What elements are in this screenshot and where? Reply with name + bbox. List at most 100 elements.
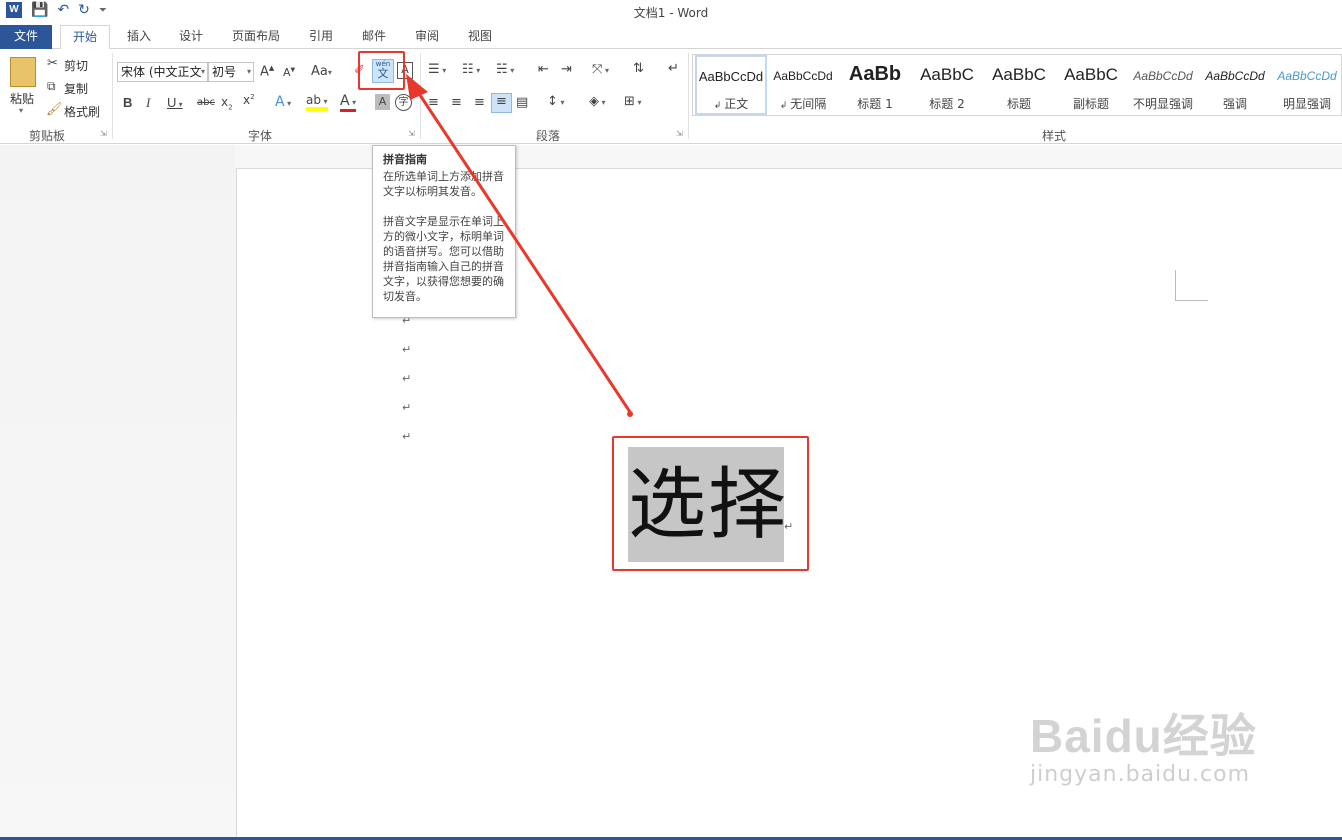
style-sample: AaBbC [920,65,974,84]
character-shading-icon[interactable]: A [375,94,390,110]
grow-font-icon[interactable]: A▲ [260,64,274,79]
copy-button[interactable]: 复制 [64,80,88,97]
font-group-label: 字体 [247,129,272,143]
font-size-value: 初号 [212,65,237,79]
clipboard-launcher-icon[interactable]: ⇲ [100,129,107,138]
styles-group-label: 样式 [1041,129,1066,143]
style-sample: AaBbCcDd [1133,69,1193,83]
justify-icon[interactable]: ≡ [491,93,512,113]
annotation-box-text [612,436,809,571]
ribbon: 粘贴 ▾ ✂ 剪切 ⧉ 复制 🖌 格式刷 剪贴板 ⇲ 宋体 (中文正文 ▾ 初号… [0,49,1342,144]
baidu-watermark: Baidu经验 jingyan.baidu.com [1030,700,1257,787]
paste-icon[interactable] [10,57,36,87]
tooltip-description: 在所选单词上方添加拼音文字以标明其发音。 [383,170,504,198]
align-center-icon[interactable]: ≡ [451,95,462,110]
shrink-font-icon[interactable]: A▼ [283,66,295,79]
group-separator [420,53,421,139]
decrease-indent-icon[interactable]: ⇤ [538,62,549,77]
tab-review[interactable]: 审阅 [411,25,443,49]
italic-icon[interactable]: I [146,95,150,111]
cut-button[interactable]: 剪切 [64,57,88,74]
style-title[interactable]: AaBbC 标题 [983,55,1055,115]
highlight-icon[interactable]: ab ▾ [306,93,328,111]
increase-indent-icon[interactable]: ⇥ [561,62,572,77]
tab-home[interactable]: 开始 [60,25,110,50]
tab-mailings[interactable]: 邮件 [358,25,390,49]
style-sample: AaBbCcDd [773,69,833,83]
tab-view[interactable]: 视图 [464,25,496,49]
paragraph-mark: ↵ [402,372,412,385]
multilevel-list-icon[interactable]: ☵ ▾ [496,62,514,77]
style-sample: AaBbCcDd [1205,69,1265,83]
copy-icon: ⧉ [47,79,56,93]
tab-insert[interactable]: 插入 [124,25,154,49]
style-no-spacing[interactable]: AaBbCcDd ↲ 无间隔 [767,55,839,115]
margin-corner-mark [1175,270,1208,301]
phonetic-guide-tooltip: 拼音指南 在所选单词上方添加拼音文字以标明其发音。 拼音文字是显示在单词上方的微… [372,145,516,318]
style-emphasis[interactable]: AaBbCcDd 强调 [1199,55,1271,115]
paragraph-launcher-icon[interactable]: ⇲ [676,129,683,138]
bold-icon[interactable]: B [123,95,132,110]
font-size-combo[interactable]: 初号 ▾ [208,62,254,82]
tab-references[interactable]: 引用 [305,25,337,49]
group-separator [112,53,113,139]
style-sample: AaBbCcDd [1277,69,1337,83]
tab-layout[interactable]: 页面布局 [228,25,284,49]
underline-icon[interactable]: U ▾ [167,95,183,110]
subscript-icon[interactable]: x2 [221,95,233,111]
clipboard-group-label: 剪贴板 [28,129,65,143]
style-name: 标题 2 [929,97,965,111]
window-title: 文档1 - Word [633,6,709,20]
font-launcher-icon[interactable]: ⇲ [408,129,415,138]
align-right-icon[interactable]: ≡ [474,95,485,110]
align-left-icon[interactable]: ≡ [428,95,439,110]
ribbon-tabs: 文件 开始 插入 设计 页面布局 引用 邮件 审阅 视图 [0,25,1342,50]
shading-icon[interactable]: ◈ ▾ [589,94,606,109]
style-name: 标题 1 [857,97,893,111]
style-normal[interactable]: AaBbCcDd ↲ 正文 [695,55,767,115]
style-sample: AaBbC [992,65,1046,84]
format-painter-icon: 🖌 [46,102,63,117]
line-spacing-icon[interactable]: ↕ ▾ [547,94,564,109]
watermark-logo: Baidu经验 [1030,710,1257,762]
change-case-label: Aa [311,64,328,79]
style-subtitle[interactable]: AaBbC 副标题 [1055,55,1127,115]
style-heading2[interactable]: AaBbC 标题 2 [911,55,983,115]
font-name-value: 宋体 (中文正文 [121,65,202,79]
style-sample: AaBbCcDd [698,69,764,84]
styles-gallery: AaBbCcDd ↲ 正文 AaBbCcDd ↲ 无间隔 AaBb 标题 1 A… [692,54,1342,116]
numbering-icon[interactable]: ☷ ▾ [462,62,480,77]
distributed-icon[interactable]: ▤ [516,95,528,110]
sort-icon[interactable]: ⇅ [633,61,644,76]
style-sample: AaBbC [1064,65,1118,84]
superscript-icon[interactable]: x2 [243,93,255,107]
style-heading1[interactable]: AaBb 标题 1 [839,55,911,115]
paragraph-group-label: 段落 [535,129,560,143]
strikethrough-icon[interactable]: abc [197,97,215,108]
style-name: 明显强调 [1282,97,1331,111]
paragraph-mark: ↵ [402,430,412,443]
left-margin-area [0,145,235,840]
paste-button[interactable]: 粘贴 [10,90,34,107]
format-painter-button[interactable]: 格式刷 [64,103,100,120]
enclose-characters-icon[interactable]: 字 [395,94,412,111]
chevron-down-icon: ▾ [246,67,251,76]
paste-dropdown-icon[interactable]: ▾ [19,106,23,115]
font-name-combo[interactable]: 宋体 (中文正文 ▾ [117,62,208,82]
style-sample: AaBb [848,63,902,85]
style-subtle-emphasis[interactable]: AaBbCcDd 不明显强调 [1127,55,1199,115]
tab-design[interactable]: 设计 [175,25,207,49]
tab-file[interactable]: 文件 [0,25,52,49]
scissors-icon: ✂ [47,56,58,71]
style-intense-emphasis[interactable]: AaBbCcDd 明显强调 [1271,55,1342,115]
change-case-icon[interactable]: Aa▾ [311,64,332,79]
borders-icon[interactable]: ⊞ ▾ [624,94,641,109]
show-marks-icon[interactable]: ↵ [668,61,679,76]
style-name: 强调 [1222,97,1247,111]
chinese-layout-icon[interactable]: ⤧ ▾ [592,62,609,77]
font-color-icon[interactable]: A ▾ [340,93,357,112]
text-effects-icon[interactable]: A ▾ [275,94,291,110]
chevron-down-icon: ▾ [200,67,205,76]
group-separator [688,53,689,139]
bullets-icon[interactable]: ☰ ▾ [428,62,446,77]
